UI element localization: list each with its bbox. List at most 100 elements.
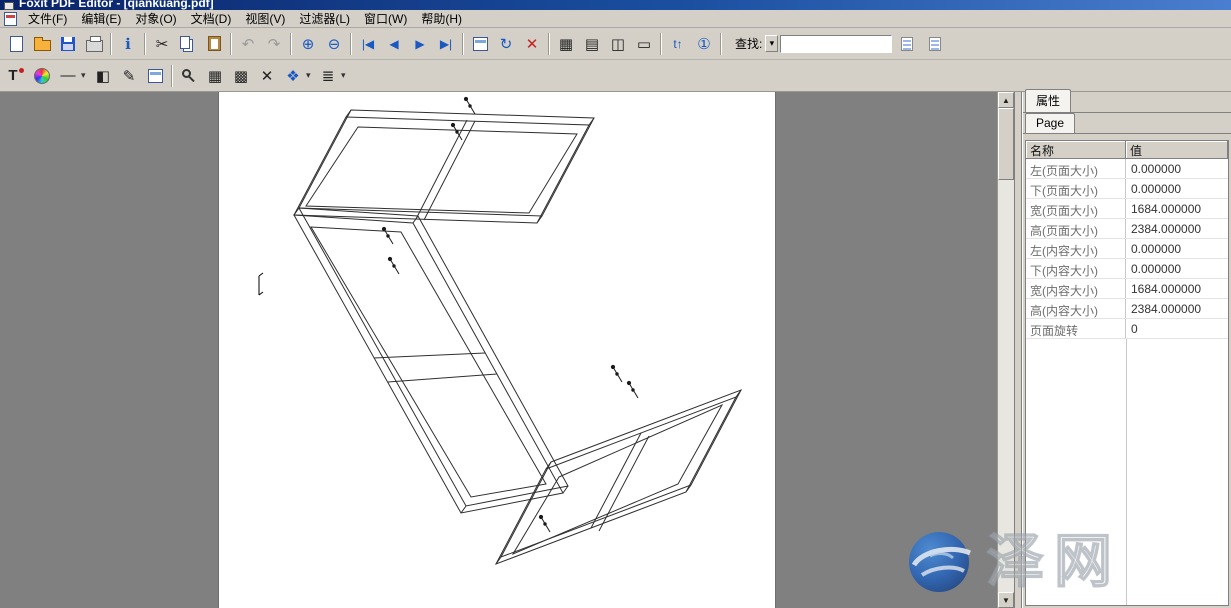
scrollbar-track[interactable] [998, 108, 1014, 592]
separator [350, 33, 352, 55]
next-page-button[interactable]: ▶ [407, 31, 433, 56]
object-grid2-button[interactable]: ▩ [228, 63, 254, 88]
scroll-up-button[interactable]: ▲ [998, 92, 1014, 108]
property-row: 下(内容大小) 0.000000 [1026, 259, 1228, 279]
print-icon [86, 40, 103, 52]
tools-button[interactable]: ✕ [254, 63, 280, 88]
canvas[interactable] [0, 92, 997, 608]
info-circle-icon: ① [697, 35, 710, 53]
find-dropdown[interactable]: ▾ [765, 35, 778, 52]
find-doc-icon [901, 37, 913, 51]
tab-page[interactable]: Page [1025, 113, 1075, 133]
edit-page-button[interactable] [142, 63, 168, 88]
menu-filter[interactable]: 过滤器(L) [292, 9, 357, 28]
property-value[interactable]: 2384.000000 [1126, 299, 1228, 318]
layout-double-icon: ◫ [611, 35, 625, 53]
edit-pencil-icon: ✎ [123, 67, 136, 85]
chevron-down-icon: ▾ [306, 70, 311, 80]
menu-view[interactable]: 视图(V) [238, 9, 292, 28]
panel-tabstrip: 属性 [1023, 92, 1231, 113]
page-report-button[interactable] [467, 31, 493, 56]
text-caret [259, 273, 263, 295]
print-button[interactable] [81, 31, 107, 56]
open-button[interactable] [29, 31, 55, 56]
menu-help[interactable]: 帮助(H) [414, 9, 469, 28]
property-value[interactable]: 1684.000000 [1126, 199, 1228, 218]
menu-document[interactable]: 文档(D) [184, 9, 239, 28]
text-color-dot [19, 68, 24, 73]
separator [290, 33, 292, 55]
new-button[interactable] [3, 31, 29, 56]
delete-page-button[interactable]: ✕ [519, 31, 545, 56]
pdf-page[interactable] [218, 92, 776, 608]
align-icon: ≣ [322, 67, 335, 85]
redo-button[interactable]: ↷ [261, 31, 287, 56]
color-wheel-icon [34, 68, 50, 84]
property-value[interactable]: 0.000000 [1126, 159, 1228, 178]
align-tool-button[interactable]: ≣ [315, 63, 341, 88]
separator [660, 33, 662, 55]
zoom-out-icon: ⊖ [328, 35, 341, 53]
scroll-down-button[interactable]: ▼ [998, 592, 1014, 608]
edit-object-button[interactable]: ✎ [116, 63, 142, 88]
info-circle-button[interactable]: ① [691, 31, 717, 56]
prev-page-button[interactable]: ◀ [381, 31, 407, 56]
panel-subtabstrip: Page [1023, 113, 1231, 134]
object-grid-button[interactable]: ▦ [202, 63, 228, 88]
zoom-out-button[interactable]: ⊖ [321, 31, 347, 56]
layout-fit-button[interactable]: ▭ [631, 31, 657, 56]
line-tool-button[interactable]: — [55, 63, 81, 88]
property-value[interactable]: 0 [1126, 319, 1228, 338]
layout-single-button[interactable]: ▤ [579, 31, 605, 56]
document-icon[interactable] [4, 12, 17, 26]
text-tool-button[interactable]: T [3, 63, 29, 88]
properties-panel: 属性 Page 名称 值 左(页面大小) 0.000000 下(页面大小) 0.… [1022, 92, 1231, 608]
property-value[interactable]: 0.000000 [1126, 179, 1228, 198]
first-page-button[interactable]: |◀ [355, 31, 381, 56]
last-page-button[interactable]: ▶| [433, 31, 459, 56]
node-tool-dropdown[interactable]: ▾ [306, 70, 315, 81]
find-input[interactable] [780, 35, 892, 53]
property-value[interactable]: 2384.000000 [1126, 219, 1228, 238]
property-value[interactable]: 0.000000 [1126, 239, 1228, 258]
tab-properties[interactable]: 属性 [1025, 89, 1071, 112]
fill-style-button[interactable]: ◧ [90, 63, 116, 88]
separator [548, 33, 550, 55]
report-icon [473, 37, 488, 51]
property-value[interactable]: 0.000000 [1126, 259, 1228, 278]
menu-edit[interactable]: 编辑(E) [74, 9, 128, 28]
app-icon [4, 2, 14, 10]
menu-file[interactable]: 文件(F) [21, 9, 74, 28]
find-in-doc-button[interactable] [894, 31, 920, 56]
property-value[interactable]: 1684.000000 [1126, 279, 1228, 298]
info-button[interactable]: ℹ [115, 31, 141, 56]
property-grid-empty [1026, 339, 1228, 605]
zoom-select-button[interactable] [176, 63, 202, 88]
align-tool-dropdown[interactable]: ▾ [341, 70, 350, 81]
scroll-down-icon: ▼ [1002, 596, 1010, 605]
zoom-in-icon: ⊕ [302, 35, 315, 53]
line-tool-dropdown[interactable]: ▾ [81, 70, 90, 81]
node-tool-button[interactable]: ❖ [280, 63, 306, 88]
copy-button[interactable] [175, 31, 201, 56]
color-wheel-button[interactable] [29, 63, 55, 88]
property-name: 下(页面大小) [1026, 179, 1126, 198]
save-button[interactable] [55, 31, 81, 56]
panel-splitter[interactable] [1014, 92, 1022, 608]
menu-object[interactable]: 对象(O) [128, 9, 183, 28]
insert-text-button[interactable]: t↑ [665, 31, 691, 56]
find-next-button[interactable] [922, 31, 948, 56]
object-grid-icon: ▦ [208, 67, 222, 85]
save-disk-icon [61, 37, 75, 51]
cut-button[interactable]: ✂ [149, 31, 175, 56]
canvas-scrollbar[interactable]: ▲ ▼ [997, 92, 1014, 608]
menu-window[interactable]: 窗口(W) [357, 9, 414, 28]
paste-button[interactable] [201, 31, 227, 56]
undo-button[interactable]: ↶ [235, 31, 261, 56]
pattern-button[interactable]: ▦ [553, 31, 579, 56]
layout-double-button[interactable]: ◫ [605, 31, 631, 56]
rotate-page-button[interactable]: ↻ [493, 31, 519, 56]
scrollbar-thumb[interactable] [998, 108, 1014, 180]
zoom-in-button[interactable]: ⊕ [295, 31, 321, 56]
property-name: 高(内容大小) [1026, 299, 1126, 318]
